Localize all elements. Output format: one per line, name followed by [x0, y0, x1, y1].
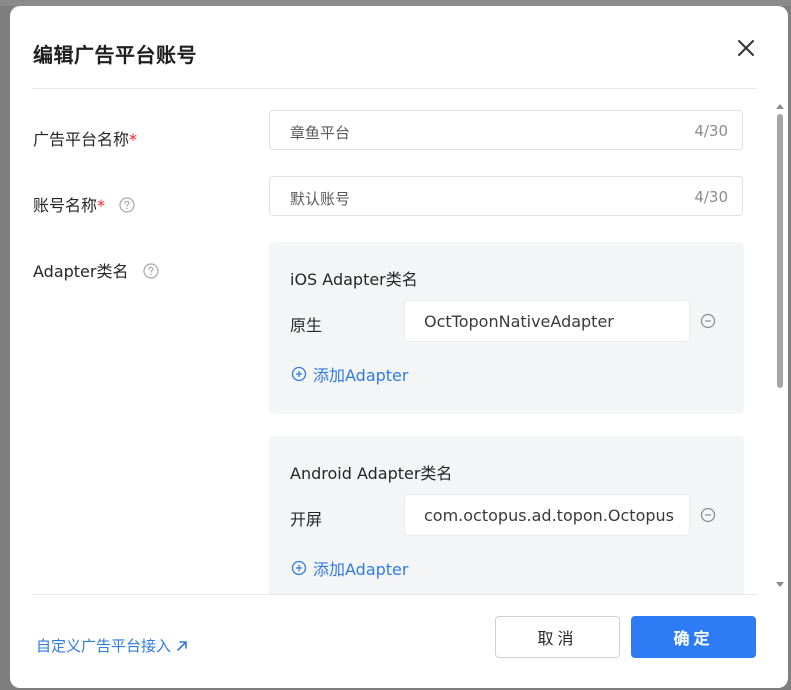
- account-name-value: 默认账号: [290, 190, 351, 208]
- account-name-label-text: 账号名称: [33, 196, 98, 215]
- adapter-label-text: Adapter类名: [33, 262, 129, 281]
- add-ios-adapter-link[interactable]: 添加Adapter: [291, 362, 408, 386]
- dialog-body: 广告平台名称* 章鱼平台 4/30 账号名称* 默认账号 4/30 Adapte…: [10, 90, 788, 594]
- dialog-header: 编辑广告平台账号: [10, 6, 788, 90]
- footer-divider: [33, 594, 757, 595]
- dialog-scrollbar[interactable]: [775, 94, 785, 594]
- confirm-button[interactable]: 确定: [631, 616, 756, 658]
- minus-circle-icon: [700, 507, 716, 523]
- plus-circle-icon: [291, 560, 307, 576]
- platform-name-value: 章鱼平台: [290, 124, 351, 142]
- ios-adapter-value: OctToponNativeAdapter: [424, 312, 614, 331]
- edit-platform-account-dialog: 编辑广告平台账号 广告平台名称* 章鱼平台 4/30 账号名称* 默认账号 4/…: [10, 6, 788, 688]
- platform-name-input[interactable]: 章鱼平台 4/30: [269, 110, 743, 150]
- android-row-label: 开屏: [290, 510, 323, 529]
- dialog-footer: 自定义广告平台接入 取消 确定: [10, 594, 788, 688]
- android-adapter-input[interactable]: com.octopus.ad.topon.OctopusAdapter: [404, 494, 690, 536]
- header-divider: [33, 88, 757, 89]
- account-name-input[interactable]: 默认账号 4/30: [269, 176, 743, 216]
- ios-panel-title: iOS Adapter类名: [290, 270, 418, 289]
- remove-ios-adapter-button[interactable]: [700, 313, 716, 329]
- custom-platform-link[interactable]: 自定义广告平台接入: [36, 635, 189, 656]
- ios-adapter-input[interactable]: OctToponNativeAdapter: [404, 300, 690, 342]
- add-android-adapter-link[interactable]: 添加Adapter: [291, 556, 408, 580]
- scroll-up-arrow-icon[interactable]: [776, 104, 784, 109]
- help-icon[interactable]: [119, 197, 135, 213]
- remove-android-adapter-button[interactable]: [700, 507, 716, 523]
- cancel-button[interactable]: 取消: [495, 616, 620, 658]
- minus-circle-icon: [700, 313, 716, 329]
- close-button[interactable]: [734, 36, 758, 60]
- close-icon: [738, 40, 754, 56]
- add-ios-adapter-label: 添加Adapter: [313, 366, 409, 385]
- platform-name-label-text: 广告平台名称: [33, 130, 130, 149]
- platform-name-label: 广告平台名称*: [33, 126, 137, 150]
- android-adapter-panel: Android Adapter类名 开屏 com.octopus.ad.topo…: [269, 436, 744, 594]
- scroll-down-arrow-icon[interactable]: [776, 582, 784, 587]
- help-icon[interactable]: [142, 263, 159, 279]
- plus-circle-icon: [291, 366, 307, 382]
- account-name-counter: 4/30: [694, 188, 728, 206]
- adapter-label: Adapter类名: [33, 258, 159, 282]
- external-link-arrow-icon: [177, 640, 187, 651]
- ios-row-label: 原生: [290, 316, 323, 335]
- android-panel-title: Android Adapter类名: [290, 464, 453, 483]
- dialog-title: 编辑广告平台账号: [33, 43, 197, 67]
- ios-adapter-panel: iOS Adapter类名 原生 OctToponNativeAdapter 添…: [269, 242, 744, 414]
- android-adapter-value: com.octopus.ad.topon.OctopusAdapter: [424, 506, 674, 525]
- required-mark: *: [97, 196, 106, 215]
- add-android-adapter-label: 添加Adapter: [313, 560, 409, 579]
- scroll-thumb[interactable]: [777, 114, 783, 388]
- required-mark: *: [129, 130, 138, 149]
- platform-name-counter: 4/30: [694, 122, 728, 140]
- account-name-label: 账号名称*: [33, 192, 135, 216]
- custom-platform-link-text: 自定义广告平台接入: [36, 637, 172, 655]
